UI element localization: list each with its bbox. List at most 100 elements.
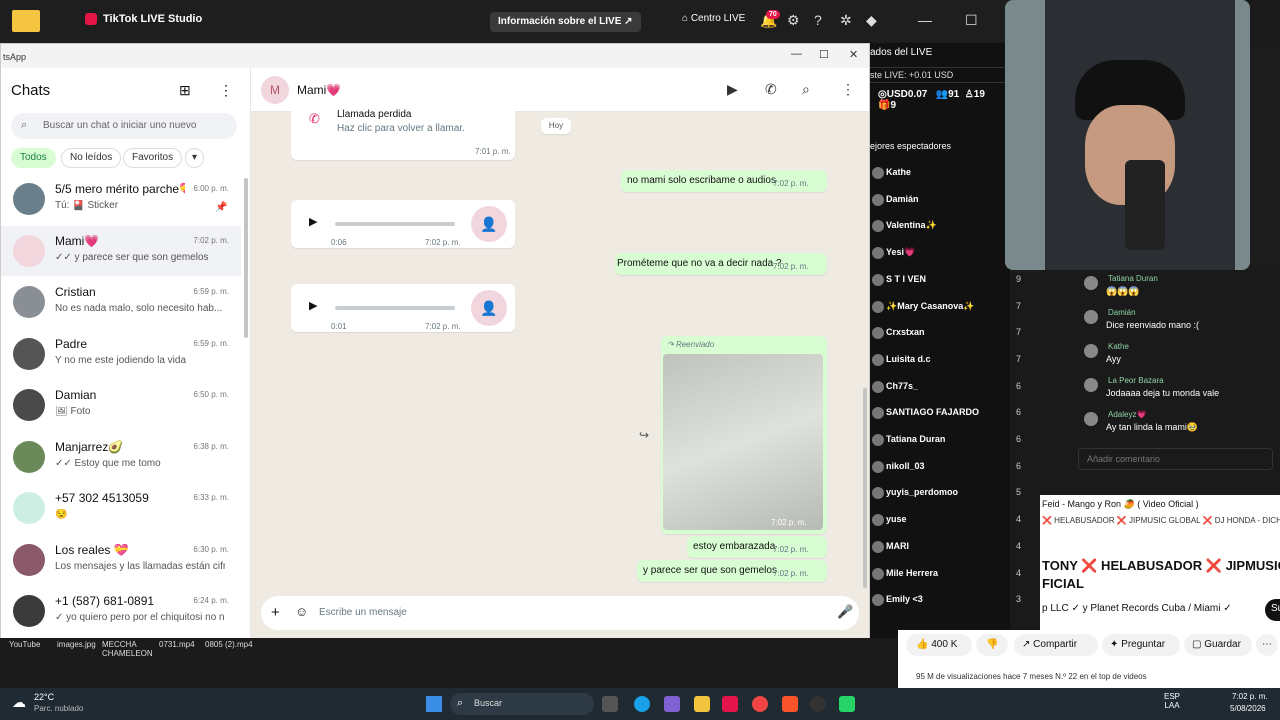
- filter-favorites[interactable]: Favoritos: [123, 148, 183, 168]
- chat-row[interactable]: Cristian 6:59 p. m. No es nada malo, sol…: [1, 277, 241, 327]
- viewer-row[interactable]: SANTIAGO FAJARDO 6: [870, 401, 1030, 425]
- task-view-icon[interactable]: [602, 696, 618, 712]
- microphone-icon[interactable]: 🎤: [837, 604, 853, 620]
- image-thumbnail[interactable]: [663, 354, 823, 530]
- chat-message[interactable]: Kathe Ayy: [1080, 340, 1280, 372]
- missed-call-bubble[interactable]: ✆ Llamada perdida Haz clic para volver a…: [291, 106, 515, 160]
- message-input[interactable]: Escribe un mensaje: [319, 607, 407, 618]
- chat-input[interactable]: Añadir comentario: [1078, 448, 1273, 470]
- windows-start-icon[interactable]: [426, 696, 442, 712]
- file-item[interactable]: images.jpg: [57, 640, 96, 649]
- subscribe-button[interactable]: Su: [1265, 599, 1280, 621]
- chat-row[interactable]: Los reales 💝 6:30 p. m. Los mensajes y l…: [1, 535, 241, 585]
- play-icon[interactable]: ▶: [309, 299, 317, 312]
- menu-icon[interactable]: ⋮: [219, 82, 233, 99]
- clock-time[interactable]: 7:02 p. m.: [1232, 692, 1268, 701]
- chat-row[interactable]: Manjarrez🥑 6:38 p. m. ✓✓ Estoy que me to…: [1, 432, 241, 482]
- obs-icon[interactable]: [810, 696, 826, 712]
- chat-row[interactable]: Mami💗 7:02 p. m. ✓✓ y parece ser que son…: [1, 225, 241, 276]
- language-indicator[interactable]: ESP LAA: [1164, 692, 1180, 710]
- chat-row[interactable]: Padre 6:59 p. m. Y no me este jodiendo l…: [1, 329, 241, 379]
- chat-list-scrollbar[interactable]: [244, 178, 248, 338]
- centro-live-button[interactable]: ⌂ Centro LIVE: [682, 13, 745, 24]
- contact-name[interactable]: Mami💗: [297, 83, 341, 97]
- viewer-row[interactable]: yuse 4: [870, 508, 1030, 532]
- message-out[interactable]: Prométeme que no va a decir nada ? 7:02 …: [615, 253, 827, 275]
- settings-icon[interactable]: ✲: [840, 12, 852, 29]
- phone-icon[interactable]: ✆: [765, 81, 777, 98]
- audio-message[interactable]: ▶ 👤 0:01 7:02 p. m.: [291, 284, 515, 332]
- menu-icon[interactable]: ⋮: [841, 81, 855, 98]
- chat-message[interactable]: Tatiana Duran 😱😱😱: [1080, 272, 1280, 304]
- close-icon[interactable]: ✕: [849, 48, 858, 61]
- maximize-icon[interactable]: ☐: [965, 12, 978, 29]
- file-item[interactable]: 0805 (2).mp4: [205, 640, 253, 649]
- file-item[interactable]: 0731.mp4: [159, 640, 195, 649]
- dislike-icon[interactable]: 👎: [976, 634, 1008, 656]
- file-item[interactable]: YouTube: [9, 640, 40, 649]
- maximize-icon[interactable]: ☐: [819, 48, 829, 61]
- forwarded-image-message[interactable]: ↷ Reenviado 7:02 p. m.: [661, 336, 827, 534]
- viewer-row[interactable]: MARI 4: [870, 535, 1030, 559]
- chat-row[interactable]: +57 302 4513059 6:33 p. m. 😒: [1, 483, 241, 533]
- chat-message[interactable]: Damián Dice reenviado mano :(: [1080, 306, 1280, 338]
- help-icon[interactable]: ?: [814, 12, 822, 28]
- conversation-scrollbar[interactable]: [863, 388, 867, 588]
- forward-icon[interactable]: ↪: [639, 428, 649, 442]
- audio-waveform[interactable]: [335, 222, 455, 226]
- chat-row[interactable]: Damian 6:50 p. m. 🖼 Foto: [1, 380, 241, 430]
- file-item[interactable]: MECCHA CHAMELEON: [102, 640, 153, 658]
- search-icon[interactable]: ⌕: [802, 81, 810, 98]
- filter-more-icon[interactable]: ▾: [185, 148, 205, 168]
- live-info-button[interactable]: Información sobre el LIVE ↗: [490, 12, 641, 32]
- play-icon[interactable]: ▶: [309, 215, 317, 228]
- viewer-row[interactable]: Luisita d.c 7: [870, 348, 1030, 372]
- message-out[interactable]: y parece ser que son gemelos 7:02 p. m.: [637, 560, 827, 582]
- viewer-row[interactable]: Tatiana Duran 6: [870, 428, 1030, 452]
- plus-icon[interactable]: +: [271, 604, 280, 621]
- viewer-row[interactable]: S T I VEN 9: [870, 268, 1030, 292]
- like-button[interactable]: 👍 400 K: [906, 634, 972, 656]
- message-out[interactable]: estoy embarazada 7:02 p. m.: [687, 536, 827, 558]
- viewer-row[interactable]: ✨Mary Casanova✨ 7: [870, 295, 1030, 319]
- viewer-row[interactable]: yuyis_perdomoo 5: [870, 481, 1030, 505]
- viewer-row[interactable]: Emily <3 3: [870, 588, 1030, 612]
- chat-row[interactable]: 5/5 mero mérito parche💝 6:00 p. m. Tú: 🎴…: [1, 174, 241, 224]
- whatsapp-icon[interactable]: [839, 696, 855, 712]
- chat-message[interactable]: La Peor Bazara Jodaaaa deja tu monda val…: [1080, 374, 1280, 406]
- app-icon[interactable]: [664, 696, 680, 712]
- weather-temp[interactable]: 22°C: [34, 692, 54, 702]
- viewer-row[interactable]: Mile Herrera 4: [870, 562, 1030, 586]
- file-explorer-icon[interactable]: [694, 696, 710, 712]
- taskbar-search[interactable]: Buscar: [450, 693, 594, 715]
- brave-icon[interactable]: [782, 696, 798, 712]
- minimize-icon[interactable]: —: [791, 48, 802, 60]
- new-chat-icon[interactable]: ⊞: [179, 82, 191, 99]
- audio-waveform[interactable]: [335, 306, 455, 310]
- filter-unread[interactable]: No leídos: [61, 148, 122, 168]
- chat-message[interactable]: Adaleyz💗 Ay tan linda la mami🥹: [1080, 408, 1280, 440]
- save-button[interactable]: ▢ Guardar: [1184, 634, 1252, 656]
- viewer-row[interactable]: nikoll_03 6: [870, 455, 1030, 479]
- chat-row[interactable]: +1 (587) 681-0891 6:24 p. m. ✓ yo quiero…: [1, 586, 241, 636]
- video-call-icon[interactable]: ▶: [727, 81, 738, 98]
- audio-message[interactable]: ▶ 👤 0:06 7:02 p. m.: [291, 200, 515, 248]
- share-button[interactable]: ↗ Compartir: [1014, 634, 1098, 656]
- folder-icon[interactable]: [12, 10, 40, 32]
- profile-icon[interactable]: ◆: [866, 12, 877, 29]
- minimize-icon[interactable]: —: [918, 12, 932, 28]
- tiktok-icon[interactable]: [722, 696, 738, 712]
- edge-icon[interactable]: [634, 696, 650, 712]
- chrome-icon[interactable]: [752, 696, 768, 712]
- filter-all[interactable]: Todos: [11, 148, 56, 168]
- channel-name[interactable]: p LLC ✓ y Planet Records Cuba / Miami ✓: [1042, 603, 1232, 614]
- viewer-row[interactable]: Crxstxan 7: [870, 321, 1030, 345]
- clock-date[interactable]: 5/08/2026: [1230, 704, 1266, 713]
- more-icon[interactable]: ⋯: [1256, 634, 1278, 656]
- song-title[interactable]: Feid - Mango y Ron 🥭 ( Video Oficial ): [1042, 499, 1199, 510]
- message-out[interactable]: no mami solo escribame o audios 7:02 p. …: [621, 170, 827, 192]
- contact-avatar[interactable]: M: [261, 76, 289, 104]
- gift-icon[interactable]: ⚙: [787, 12, 800, 29]
- emoji-icon[interactable]: ☺: [295, 604, 308, 619]
- search-input[interactable]: Buscar un chat o iniciar uno nuevo: [11, 113, 237, 139]
